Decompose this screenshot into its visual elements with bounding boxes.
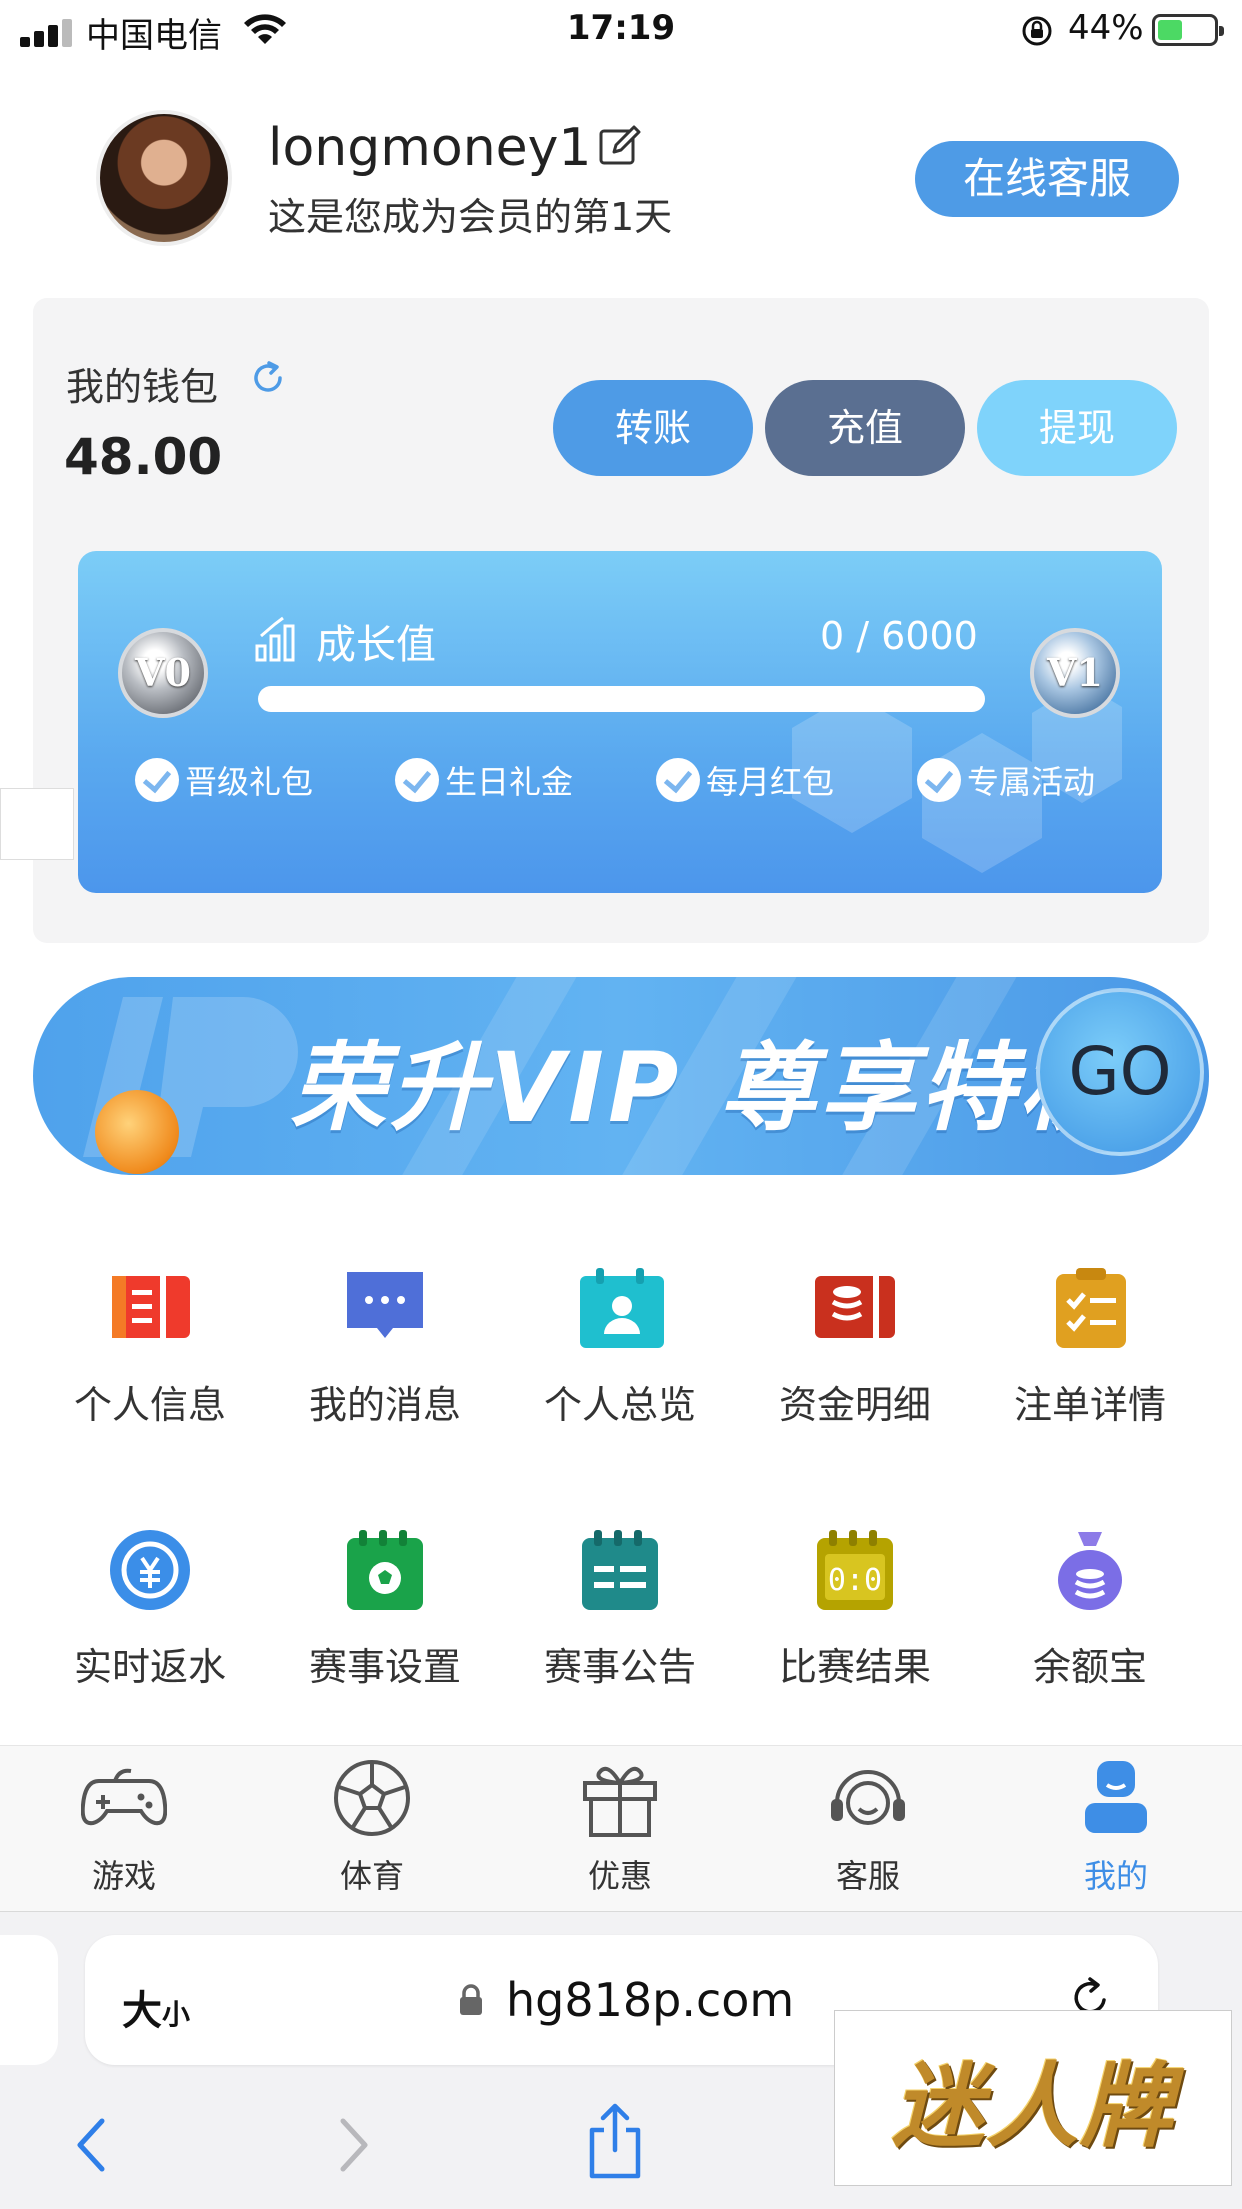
check-icon <box>656 758 700 802</box>
growth-chart-icon <box>255 616 295 662</box>
side-tab[interactable] <box>0 788 74 860</box>
coin-icon <box>95 1090 179 1174</box>
recharge-button[interactable]: 充值 <box>765 380 965 476</box>
menu-balance-treasure[interactable]: 余额宝 <box>980 1524 1200 1691</box>
menu-fund-details[interactable]: 资金明细 <box>745 1262 965 1429</box>
rebate-icon <box>110 1530 190 1610</box>
menu-personal-overview[interactable]: 个人总览 <box>510 1262 730 1429</box>
announcement-icon <box>582 1530 658 1610</box>
user-icon <box>1085 1761 1147 1833</box>
tab-customer-service[interactable]: 客服 <box>768 1755 968 1897</box>
tab-games[interactable]: 游戏 <box>24 1755 224 1897</box>
share-icon[interactable] <box>584 2100 646 2180</box>
vip-growth-card <box>78 551 1162 893</box>
menu-bet-details[interactable]: 注单详情 <box>980 1262 1200 1429</box>
brand-watermark: 迷人牌 <box>834 2010 1232 2186</box>
database-icon <box>815 1276 895 1338</box>
menu-match-results[interactable]: 0:0 比赛结果 <box>745 1524 965 1691</box>
member-days-text: 这是您成为会员的第1天 <box>268 195 673 239</box>
clipboard-icon <box>1056 1268 1126 1348</box>
perk-monthly-red-packet: 每月红包 <box>656 758 834 802</box>
perk-exclusive-events: 专属活动 <box>917 758 1095 802</box>
tab-sports[interactable]: 体育 <box>272 1755 472 1897</box>
refresh-icon[interactable] <box>250 360 286 396</box>
gamepad-icon <box>80 1768 168 1826</box>
growth-value: 0 / 6000 <box>820 614 978 658</box>
online-service-button[interactable]: 在线客服 <box>915 141 1179 217</box>
transfer-button[interactable]: 转账 <box>553 380 753 476</box>
soccer-ball-icon <box>334 1760 410 1836</box>
lock-icon <box>460 1984 482 2015</box>
id-card-icon <box>112 1276 190 1338</box>
gift-icon <box>583 1766 657 1837</box>
rotation-lock-icon <box>1022 16 1052 46</box>
edit-icon[interactable] <box>598 124 642 168</box>
status-bar: 中国电信 17:19 44% <box>0 0 1242 62</box>
banner-title: 荣升VIP 尊享特权 <box>290 1032 1120 1144</box>
perk-upgrade-gift: 晋级礼包 <box>135 758 313 802</box>
svg-text:0:0: 0:0 <box>828 1563 882 1598</box>
wallet-balance: 48.00 <box>64 428 223 486</box>
wallet-label: 我的钱包 <box>66 365 219 409</box>
menu-match-settings[interactable]: 赛事设置 <box>275 1524 495 1691</box>
vip-level-current-badge: V0 <box>118 628 208 718</box>
withdraw-button[interactable]: 提现 <box>977 380 1177 476</box>
calendar-ball-icon <box>347 1530 423 1610</box>
profile-calendar-icon <box>580 1268 664 1348</box>
scoreboard-icon: 0:0 <box>817 1530 893 1610</box>
check-icon <box>395 758 439 802</box>
avatar[interactable] <box>96 110 232 246</box>
battery-icon <box>1152 14 1224 46</box>
check-icon <box>135 758 179 802</box>
menu-match-announcement[interactable]: 赛事公告 <box>510 1524 730 1691</box>
back-icon[interactable] <box>70 2115 110 2175</box>
username: longmoney1 <box>268 118 592 178</box>
url-text[interactable]: hg818p.com <box>506 1973 794 2027</box>
tab-promotions[interactable]: 优惠 <box>520 1755 720 1897</box>
headset-icon <box>831 1770 905 1825</box>
message-icon <box>347 1272 423 1338</box>
menu-personal-info[interactable]: 个人信息 <box>40 1262 260 1429</box>
clock: 17:19 <box>566 8 676 48</box>
growth-label: 成长值 <box>316 622 436 668</box>
go-button[interactable]: GO <box>1036 988 1204 1156</box>
menu-my-messages[interactable]: 我的消息 <box>275 1262 495 1429</box>
text-size-button[interactable]: 大小 <box>122 1978 190 2036</box>
vip-level-next-badge: V1 <box>1030 628 1120 718</box>
previous-tab-card[interactable] <box>0 1935 58 2065</box>
menu-realtime-rebate[interactable]: 实时返水 <box>40 1524 260 1691</box>
money-bag-icon <box>1058 1532 1122 1610</box>
growth-progress-bar <box>258 686 985 712</box>
tab-mine[interactable]: 我的 <box>1016 1755 1216 1897</box>
forward-icon[interactable] <box>335 2115 375 2175</box>
perk-birthday-bonus: 生日礼金 <box>395 758 573 802</box>
battery-percent: 44% <box>1068 8 1144 48</box>
check-icon <box>917 758 961 802</box>
